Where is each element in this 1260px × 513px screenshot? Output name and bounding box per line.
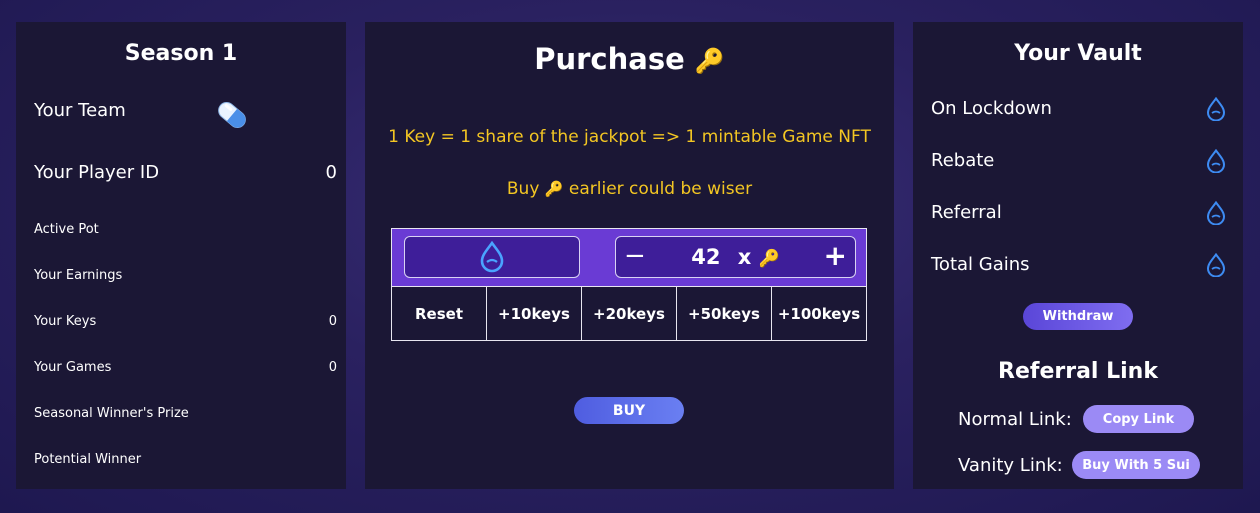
games-row: Your Games 0 bbox=[34, 360, 337, 375]
earnings-row: Your Earnings bbox=[34, 268, 337, 283]
keys-label: Your Keys bbox=[34, 314, 97, 329]
active-pot-row: Active Pot bbox=[34, 222, 337, 237]
purchase-title-wrap: Purchase 🔑 bbox=[365, 42, 894, 76]
lockdown-label: On Lockdown bbox=[931, 98, 1052, 119]
vault-row-referral: Referral bbox=[931, 202, 1234, 223]
season-title: Season 1 bbox=[124, 41, 238, 66]
key-icon: 🔑 bbox=[758, 249, 780, 269]
games-value: 0 bbox=[328, 360, 337, 375]
player-id-label: Your Player ID bbox=[34, 162, 160, 183]
purchase-title: Purchase bbox=[534, 42, 685, 76]
season-panel: Season 1 Your Team Your Player ID 0 Acti… bbox=[16, 22, 346, 489]
vault-row-lockdown: On Lockdown bbox=[931, 98, 1234, 119]
player-id-value: 0 bbox=[325, 162, 337, 183]
normal-link-label: Normal Link: bbox=[958, 409, 1072, 430]
vault-title: Your Vault bbox=[1014, 41, 1142, 66]
quantity-display: 42 x 🔑 bbox=[616, 245, 855, 269]
hint-prefix: Buy bbox=[506, 179, 540, 199]
keys-row: Your Keys 0 bbox=[34, 314, 337, 329]
total-gains-label: Total Gains bbox=[931, 254, 1030, 275]
active-pot-label: Active Pot bbox=[34, 222, 99, 237]
increment-button[interactable]: + bbox=[824, 239, 847, 272]
rebate-label: Rebate bbox=[931, 150, 995, 171]
sui-drop-icon bbox=[1206, 201, 1226, 225]
vanity-link-label: Vanity Link: bbox=[958, 455, 1063, 476]
keys-value: 0 bbox=[328, 314, 337, 329]
vault-row-rebate: Rebate bbox=[931, 150, 1234, 171]
widget-top-bar: − 42 x 🔑 + bbox=[392, 229, 866, 286]
sui-drop-icon bbox=[1206, 253, 1226, 277]
add-10-keys-button[interactable]: +10keys bbox=[487, 287, 582, 340]
games-label: Your Games bbox=[34, 360, 112, 375]
vault-row-total: Total Gains bbox=[931, 254, 1234, 275]
copy-link-button[interactable]: Copy Link bbox=[1083, 405, 1194, 433]
prize-label: Seasonal Winner's Prize bbox=[34, 406, 189, 421]
info-line: 1 Key = 1 share of the jackpot => 1 mint… bbox=[388, 127, 871, 147]
quantity-stepper[interactable]: − 42 x 🔑 + bbox=[615, 236, 856, 278]
prize-row: Seasonal Winner's Prize bbox=[34, 406, 337, 421]
potential-winner-row: Potential Winner bbox=[34, 452, 337, 467]
add-20-keys-button[interactable]: +20keys bbox=[582, 287, 677, 340]
hint-line: Buy 🔑 earlier could be wiser bbox=[365, 179, 894, 199]
reset-button[interactable]: Reset bbox=[392, 287, 487, 340]
add-50-keys-button[interactable]: +50keys bbox=[677, 287, 772, 340]
pill-icon bbox=[218, 102, 246, 128]
player-id-row: Your Player ID 0 bbox=[34, 162, 337, 183]
vault-panel: Your Vault On Lockdown Rebate Referral T… bbox=[913, 22, 1243, 489]
key-icon: 🔑 bbox=[694, 47, 725, 75]
sui-drop-icon bbox=[480, 241, 504, 273]
add-100-keys-button[interactable]: +100keys bbox=[772, 287, 866, 340]
earnings-label: Your Earnings bbox=[34, 268, 123, 283]
key-icon: 🔑 bbox=[544, 180, 564, 198]
purchase-widget: − 42 x 🔑 + Reset +10keys +20keys +50keys… bbox=[391, 228, 867, 341]
sui-drop-icon bbox=[1206, 97, 1226, 121]
quantity-value: 42 bbox=[691, 245, 721, 269]
buy-button[interactable]: BUY bbox=[574, 397, 684, 424]
purchase-panel: Purchase 🔑 1 Key = 1 share of the jackpo… bbox=[365, 22, 894, 489]
quick-buttons-row: Reset +10keys +20keys +50keys +100keys bbox=[392, 286, 866, 340]
team-row: Your Team bbox=[34, 100, 337, 121]
currency-selector[interactable] bbox=[404, 236, 580, 278]
withdraw-button[interactable]: Withdraw bbox=[1023, 303, 1133, 330]
referral-label: Referral bbox=[931, 202, 1002, 223]
team-label: Your Team bbox=[34, 100, 126, 121]
quantity-times: x bbox=[737, 245, 752, 269]
buy-vanity-link-button[interactable]: Buy With 5 Sui bbox=[1072, 451, 1200, 479]
referral-link-title: Referral Link bbox=[998, 359, 1158, 384]
sui-drop-icon bbox=[1206, 149, 1226, 173]
hint-suffix: earlier could be wiser bbox=[568, 179, 753, 199]
potential-winner-label: Potential Winner bbox=[34, 452, 142, 467]
